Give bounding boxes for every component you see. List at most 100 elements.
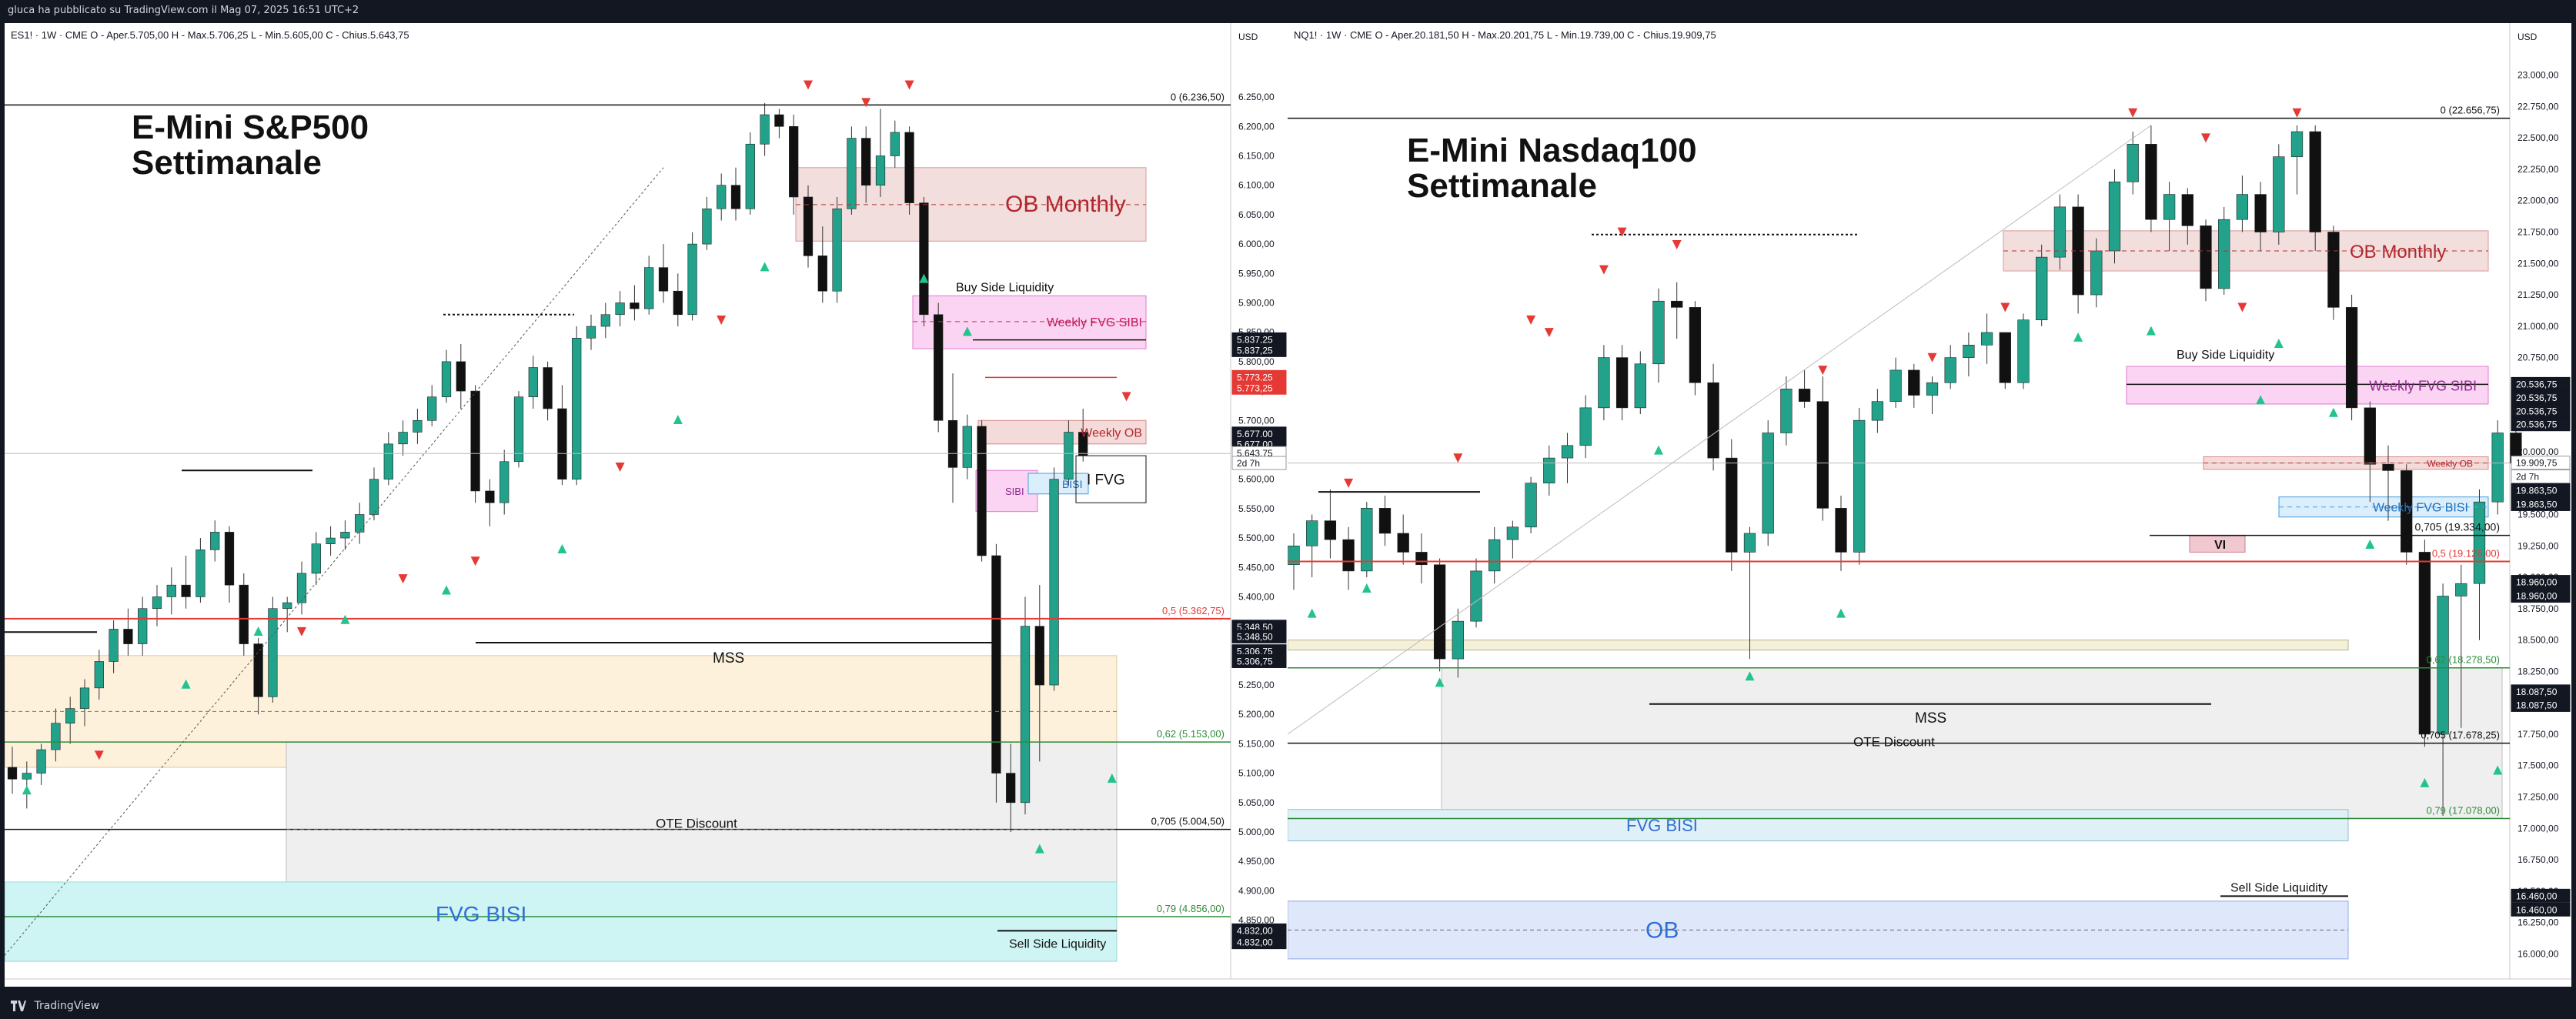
candle-body <box>687 243 697 316</box>
axis-price-label: 20.536,75 <box>2516 379 2558 389</box>
candle-body <box>326 537 336 544</box>
candle-body <box>2036 256 2048 320</box>
x-tick-label: Ago <box>510 985 527 987</box>
candle-body <box>644 267 654 309</box>
candle-body <box>210 532 220 550</box>
candle-body <box>717 185 727 209</box>
axis-price-label: 4.832,00 <box>1237 925 1273 936</box>
candle-body <box>832 208 842 292</box>
candle-body <box>109 629 119 662</box>
candle-body <box>355 514 365 533</box>
candle-body <box>427 396 437 421</box>
candle-body <box>1908 369 1920 396</box>
symbol-info: NQ1! · 1W · CME O - Aper.20.181,50 H - M… <box>1294 29 1716 41</box>
candle-body <box>1615 357 1629 409</box>
x-tick-label: Giu <box>381 985 396 987</box>
candle-body <box>311 543 321 574</box>
candle-body <box>51 723 61 750</box>
y-tick-label: 5.900,00 <box>1238 297 1275 308</box>
x-tick-label: Giu <box>1852 985 1867 987</box>
axis-price-label: 16.460,00 <box>2516 890 2558 901</box>
axis-price-label: 16.460,00 <box>2516 904 2558 915</box>
fib-062-label: 0,62 (5.153,00) <box>1157 728 1225 740</box>
candle-body <box>239 584 249 644</box>
candle-body <box>2218 219 2230 289</box>
symbol-info: ES1! · 1W · CME O - Aper.5.705,00 H - Ma… <box>11 29 409 41</box>
axis-price-label: 5.837,25 <box>1237 345 1273 356</box>
x-tick-label: Mag <box>1813 985 1833 987</box>
y-tick-label: 6.150,00 <box>1238 151 1275 162</box>
x-tick-label: Ott <box>1561 985 1575 987</box>
y-tick-label: 6.200,00 <box>1238 121 1275 132</box>
candle-body <box>528 367 538 398</box>
candle-body <box>1944 357 1956 383</box>
axis-price-label: 5.306,75 <box>1237 656 1273 667</box>
candle-body <box>1762 433 1774 534</box>
y-tick-label: 4.950,00 <box>1238 856 1275 867</box>
bisi-label: BISI <box>1062 478 1082 490</box>
y-tick-label: 5.250,00 <box>1238 680 1275 690</box>
candle-body <box>1049 479 1059 686</box>
fib-062-label: 0,62 (18.278,50) <box>2427 654 2500 666</box>
candle-body <box>1743 533 1756 553</box>
y-tick-label: 21.250,00 <box>2518 289 2559 300</box>
candle-body <box>2455 583 2467 596</box>
candle-body <box>65 708 75 723</box>
y-tick-label: 4.900,00 <box>1238 885 1275 896</box>
candle-body <box>1707 382 1719 459</box>
candle-body <box>2053 206 2066 258</box>
x-tick-label: Lug <box>438 985 455 987</box>
y-tick-label: 21.000,00 <box>2518 321 2559 332</box>
axis-price-label: 20.536,75 <box>2516 393 2558 403</box>
candle-body <box>1006 773 1016 804</box>
chart-subtitle: Settimanale <box>1407 167 1597 205</box>
candle-body <box>383 443 393 479</box>
weekly-ob-label: Weekly OB <box>1081 427 1142 440</box>
candle-body <box>962 426 972 468</box>
x-tick-label: 2025 <box>826 985 848 987</box>
candle-body <box>268 608 278 697</box>
ote-label: OTE Discount <box>656 817 737 831</box>
x-tick-label: Ago <box>1923 985 1941 987</box>
candle-body <box>658 267 669 292</box>
candle-body <box>166 584 176 597</box>
candle-body <box>22 773 32 780</box>
x-tick-label: 2025 <box>1666 985 1688 987</box>
x-tick-label: Dic <box>772 985 787 987</box>
footer-brand: TradingView <box>34 1000 100 1012</box>
chart-panel-nq[interactable]: 16.000,0016.250,0016.500,0016.750,0017.0… <box>1288 23 2571 987</box>
nq-weekly-chart[interactable]: 16.000,0016.250,0016.500,0016.750,0017.0… <box>1288 23 2571 987</box>
y-tick-label: 20.000,00 <box>2518 446 2559 457</box>
y-tick-label: 23.000,00 <box>2518 70 2559 81</box>
axis-price-label: 18.960,00 <box>2516 577 2558 588</box>
mss-label: MSS <box>1915 710 1946 727</box>
candle-body <box>1470 570 1482 622</box>
y-tick-label: 5.950,00 <box>1238 268 1275 279</box>
x-tick-label: Dic <box>1633 985 1648 987</box>
x-tick-label: Giu <box>1414 985 1429 987</box>
candle-body <box>1999 332 2011 383</box>
x-tick-label: Feb <box>900 985 917 987</box>
candle-body <box>557 408 567 479</box>
candle-body <box>803 196 814 256</box>
y-tick-label: 5.100,00 <box>1238 768 1275 779</box>
axis-price-label: 20.536,75 <box>2516 406 2558 416</box>
candle-body <box>1671 300 1683 308</box>
candle-body <box>1064 432 1074 479</box>
candle-body <box>470 390 480 492</box>
candle-body <box>919 202 929 316</box>
axis-price-label: 19.863,50 <box>2516 499 2558 510</box>
candle-body <box>2364 407 2376 465</box>
chart-panel-es[interactable]: 4.850,00 4.900,00 4.950,00 5.000,00 5.050,00… <box>5 23 1288 987</box>
y-tick-label: 5.800,00 <box>1238 356 1275 367</box>
candle-body <box>152 596 162 610</box>
candle-body <box>1871 401 1884 421</box>
es-weekly-chart[interactable]: 4.850,004.900,004.950,005.000,005.050,00… <box>5 23 1288 987</box>
axis-price-label: 19.909,75 <box>2516 458 2558 469</box>
candle-body <box>296 573 307 603</box>
axis-price-label: 18.087,50 <box>2516 700 2558 710</box>
candle-body <box>2181 194 2193 226</box>
candle-body <box>2163 194 2176 220</box>
y-tick-label: 17.000,00 <box>2518 823 2559 834</box>
axis-price-label: 18.087,50 <box>2516 687 2558 697</box>
